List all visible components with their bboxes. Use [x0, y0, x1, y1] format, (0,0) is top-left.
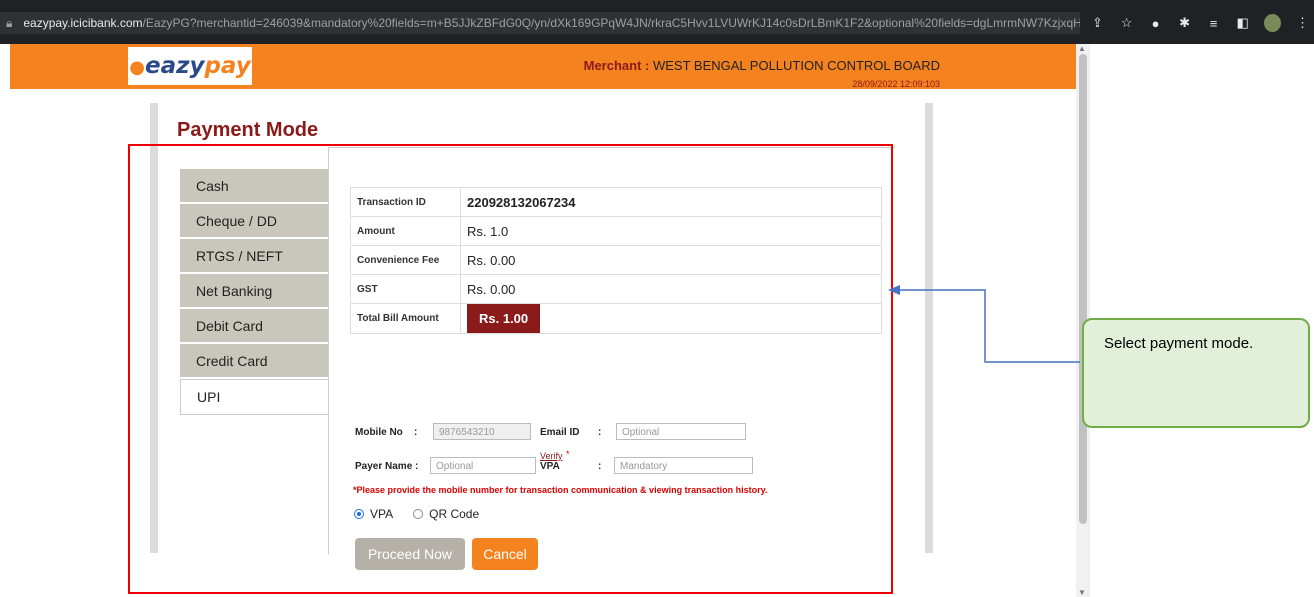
browser-toolbar: ⇪ ☆ ● ✱ ≡ ◧ ⋮: [1084, 12, 1310, 34]
url-host: eazypay.icicibank.com: [23, 16, 143, 30]
merchant-name: WEST BENGAL POLLUTION CONTROL BOARD: [652, 58, 940, 73]
address-bar[interactable]: 🔒︎ eazypay.icicibank.com/EazyPG?merchant…: [0, 12, 1080, 34]
highlight-box: [128, 144, 893, 594]
share-icon[interactable]: ⇪: [1090, 15, 1105, 31]
transaction-datetime: 28/09/2022 12:09:103: [852, 79, 940, 89]
side-panel-icon[interactable]: ◧: [1235, 15, 1250, 31]
scroll-up-arrow-icon[interactable]: ▲: [1078, 44, 1086, 53]
reading-list-icon[interactable]: ≡: [1206, 16, 1221, 31]
callout-note: Select payment mode.: [1082, 318, 1310, 428]
merchant-label: Merchant :: [583, 58, 650, 73]
merchant-line: Merchant : WEST BENGAL POLLUTION CONTROL…: [560, 58, 940, 73]
bookmark-star-icon[interactable]: ☆: [1119, 15, 1134, 31]
browser-top-bar: 🔒︎ eazypay.icicibank.com/EazyPG?merchant…: [0, 0, 1314, 44]
shield-extension-icon[interactable]: ●: [1148, 16, 1163, 31]
url-path: /EazyPG?merchantid=246039&mandatory%20fi…: [142, 16, 1080, 30]
menu-kebab-icon[interactable]: ⋮: [1295, 15, 1310, 31]
profile-avatar[interactable]: [1264, 14, 1281, 32]
page-title: Payment Mode: [177, 119, 319, 141]
extensions-puzzle-icon[interactable]: ✱: [1177, 15, 1192, 31]
scroll-down-arrow-icon[interactable]: ▼: [1078, 588, 1086, 597]
scroll-thumb[interactable]: [1079, 54, 1087, 524]
lock-icon: 🔒︎: [6, 16, 13, 30]
eazypay-logo: ●eazypay: [128, 47, 252, 85]
